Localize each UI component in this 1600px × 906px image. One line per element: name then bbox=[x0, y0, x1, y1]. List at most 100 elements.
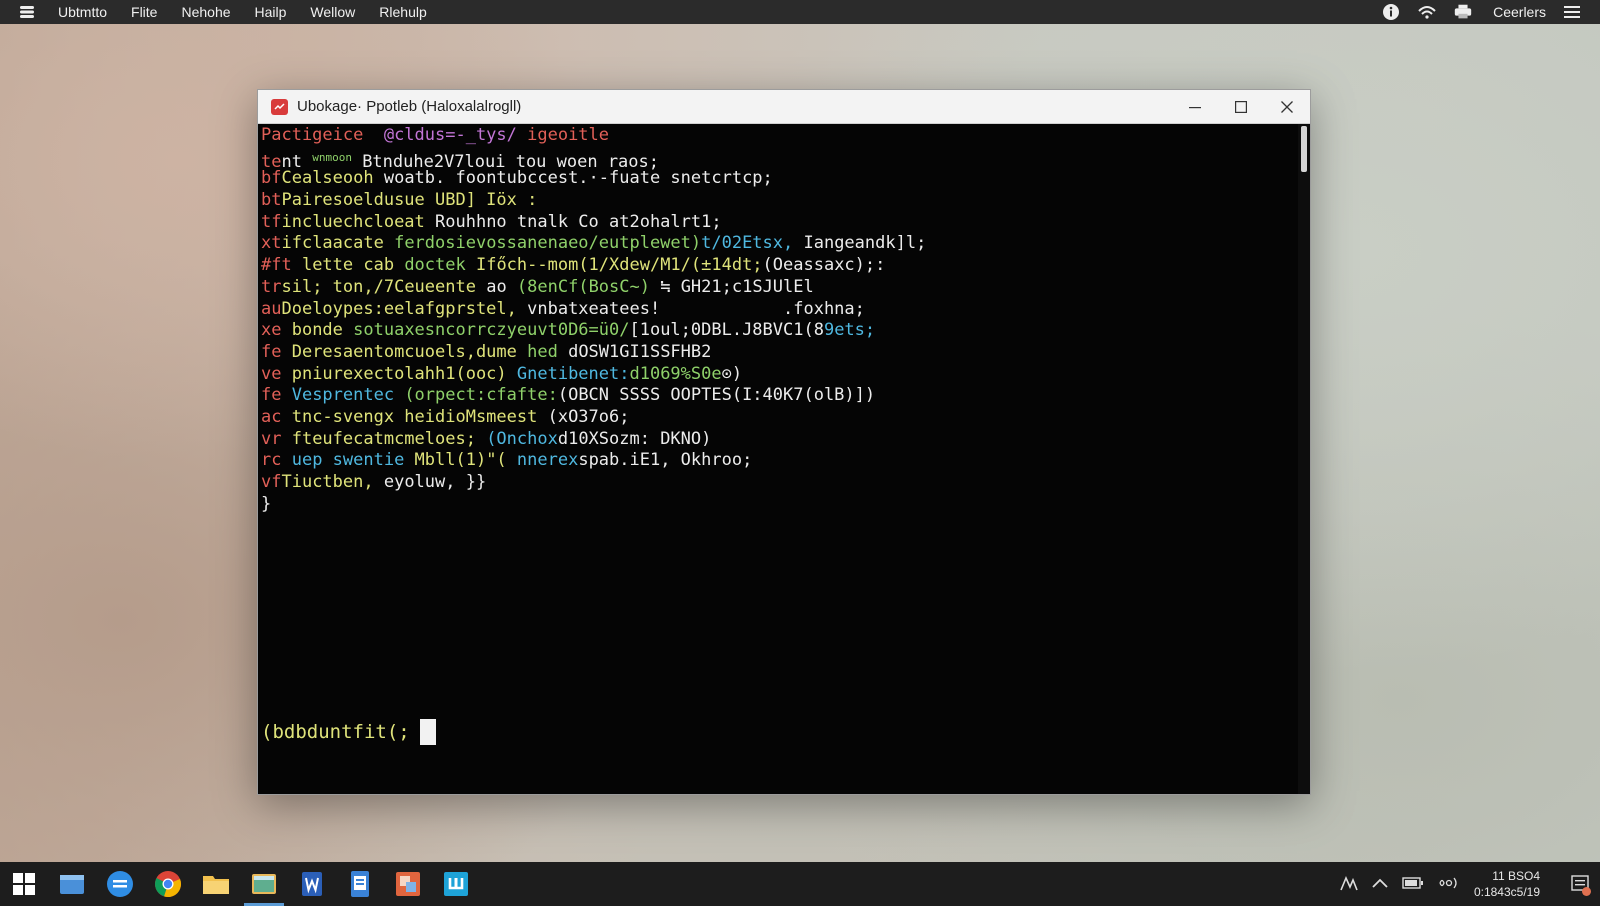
terminal-text: } bbox=[261, 493, 272, 514]
terminal-line: } bbox=[261, 494, 1295, 516]
terminal-line: tfincluechcloeat Rouhhno tnalk Co at2oha… bbox=[261, 212, 1295, 234]
terminal-text: spab.iE1, Okhroo; bbox=[578, 450, 753, 471]
system-clock[interactable]: 11 BSO4 0:1843c5/19 bbox=[1474, 868, 1540, 900]
top-menu-bar: Ubtmtto Flite Nehohe Hailp Wellow Rlehul… bbox=[0, 0, 1600, 24]
terminal-text: (8enCf(BosC~) bbox=[516, 276, 661, 297]
chrome-icon[interactable] bbox=[144, 862, 192, 906]
minimize-button[interactable] bbox=[1172, 90, 1218, 124]
terminal-text: pniurexectolahh1(ooc) bbox=[291, 363, 517, 384]
terminal-prompt[interactable]: (bdbduntfit(; bbox=[261, 718, 436, 746]
terminal-line: vfTiuctben, eyoluw, }} bbox=[261, 472, 1295, 494]
network-icon[interactable] bbox=[1417, 3, 1437, 21]
terminal-text: woatb. foontubccest.·-fuate snetcrtcp; bbox=[383, 168, 773, 189]
terminal-text: ao bbox=[486, 276, 517, 297]
terminal-output[interactable]: Pactigeice @cldus=-_tys/ igeoitle tent wn… bbox=[258, 124, 1298, 794]
terminal-text: xt bbox=[261, 233, 282, 254]
menu-icon[interactable] bbox=[1562, 3, 1582, 21]
document-icon[interactable] bbox=[336, 862, 384, 906]
menu-file[interactable]: Flite bbox=[131, 4, 157, 20]
terminal-text: ≒ GH21;c1SJUlEl bbox=[660, 276, 814, 297]
notification-badge bbox=[1582, 887, 1591, 896]
terminal-text: bt bbox=[261, 190, 282, 211]
terminal-text: Iangeandk]l; bbox=[803, 233, 927, 254]
maximize-icon bbox=[1235, 101, 1247, 113]
terminal-text: dOSW1GI1SSFHB2 bbox=[568, 341, 712, 362]
pen-icon[interactable] bbox=[1340, 875, 1358, 894]
terminal-text: ⊙) bbox=[721, 363, 743, 384]
terminal-text: tr bbox=[261, 276, 282, 297]
terminal-text: vf bbox=[261, 472, 282, 492]
terminal-text: Rouhhno tnalk Co at2ohalrt1; bbox=[435, 211, 722, 232]
terminal-scrollbar[interactable] bbox=[1298, 124, 1310, 794]
terminal-text: t/02Etsx, bbox=[701, 233, 804, 254]
terminal-text: nnerex bbox=[516, 450, 579, 471]
terminal-text: @cldus=-_tys/ bbox=[383, 125, 528, 145]
terminal-text: fe bbox=[261, 341, 292, 362]
terminal-text: sil; bbox=[281, 276, 333, 297]
terminal-line: ac tnc-svengx heidioMsmeest (xO37o6; bbox=[261, 407, 1295, 429]
terminal-text: Vesprentec bbox=[291, 385, 405, 406]
menu-app-name[interactable]: Ubtmtto bbox=[58, 4, 107, 20]
terminal-text: rc bbox=[261, 450, 292, 471]
terminal-line: fe Deresaentomcuoels,dume hed dOSW1GI1SS… bbox=[261, 342, 1295, 364]
windows-start-icon[interactable] bbox=[0, 862, 48, 906]
menu-help[interactable]: Hailp bbox=[255, 4, 287, 20]
terminal-line: tent wnmoon Btnduhe2V7loui tou woen raos… bbox=[261, 147, 1295, 172]
terminal-text: #ft bbox=[261, 255, 302, 276]
terminal-line: rc uep swentie Mbll(1)"( nnerexspab.iE1,… bbox=[261, 450, 1295, 472]
battery-icon[interactable] bbox=[1402, 876, 1424, 892]
window-titlebar[interactable]: Ubokage· Ppotleb (Haloxalalrogll) bbox=[258, 90, 1310, 124]
terminal-text: vnbatxeatees! bbox=[527, 298, 661, 319]
notification-icon[interactable] bbox=[1560, 862, 1600, 906]
terminal-text: bonde bbox=[291, 320, 354, 341]
terminal-text: ve bbox=[261, 363, 292, 384]
terminal-text: ferdosievossanenaeo/eutplewet) bbox=[394, 233, 702, 254]
terminal-text: au bbox=[261, 298, 282, 319]
terminal-text: Tiuctben, bbox=[281, 472, 384, 492]
terminal-text: hed bbox=[527, 341, 569, 362]
app-logo-icon[interactable] bbox=[18, 4, 36, 20]
terminal-text: ifclaacate bbox=[281, 233, 395, 254]
taskbar: 11 BSO4 0:1843c5/19 bbox=[0, 862, 1600, 906]
info-icon[interactable] bbox=[1381, 3, 1401, 21]
menu-window[interactable]: Wellow bbox=[310, 4, 355, 20]
clock-date: 0:1843c5/19 bbox=[1473, 885, 1540, 899]
edge-icon[interactable] bbox=[96, 862, 144, 906]
scrollbar-thumb[interactable] bbox=[1301, 126, 1307, 172]
store-icon[interactable] bbox=[432, 862, 480, 906]
terminal-text: d10XSozm: DKNO) bbox=[557, 428, 712, 449]
terminal-text: d1069%S0e bbox=[629, 363, 722, 384]
prompt-text: (bdbduntfit(; bbox=[261, 721, 410, 743]
terminal-text: Mbll(1)"( bbox=[414, 450, 517, 471]
printer-icon[interactable] bbox=[1453, 3, 1473, 21]
terminal-text: eyoluw, }} bbox=[383, 472, 487, 492]
terminal-text: lette cab bbox=[301, 255, 405, 276]
terminal-text: Cealseooh bbox=[281, 168, 384, 189]
chevron-up-icon[interactable] bbox=[1372, 877, 1388, 891]
close-button[interactable] bbox=[1264, 90, 1310, 124]
folder-icon[interactable] bbox=[192, 862, 240, 906]
terminal-line: auDoeloypes:eelafgprstel, vnbatxeatees! … bbox=[261, 299, 1295, 321]
word-icon[interactable] bbox=[288, 862, 336, 906]
menu-edit[interactable]: Nehohe bbox=[181, 4, 230, 20]
terminal-text: [1oul;0DBL.J8BVC1(8 bbox=[629, 320, 824, 341]
window-title: Ubokage· Ppotleb (Haloxalalrogll) bbox=[297, 98, 522, 115]
photos-icon[interactable] bbox=[240, 862, 288, 906]
user-name[interactable]: Ceerlers bbox=[1493, 4, 1546, 20]
minimize-icon bbox=[1189, 107, 1201, 109]
terminal-text: xe bbox=[261, 320, 292, 341]
terminal-line: #ft lette cab doctek Ifőch--mom(1/Xdew/M… bbox=[261, 255, 1295, 277]
text-cursor bbox=[419, 719, 436, 745]
terminal-text: wnmoon bbox=[312, 150, 352, 164]
paint-icon[interactable] bbox=[384, 862, 432, 906]
terminal-line: Pactigeice @cldus=-_tys/ igeoitle bbox=[261, 125, 1295, 147]
terminal-line: trsil; ton,/7Ceueente ao (8enCf(BosC~) ≒… bbox=[261, 277, 1295, 299]
terminal-text: (Oeassaxc);: bbox=[762, 255, 886, 276]
maximize-button[interactable] bbox=[1218, 90, 1264, 124]
terminal-text: sotuaxesncorrczyeuvt0D6=ü0/ bbox=[353, 320, 630, 341]
menu-extra[interactable]: Rlehulp bbox=[379, 4, 426, 20]
terminal-text: ton,/7Ceueente bbox=[332, 276, 487, 297]
volume-icon[interactable] bbox=[1438, 876, 1460, 893]
file-manager-icon[interactable] bbox=[48, 862, 96, 906]
terminal-line: fe Vesprentec (orpect:cfafte:(OBCN SSSS … bbox=[261, 385, 1295, 407]
